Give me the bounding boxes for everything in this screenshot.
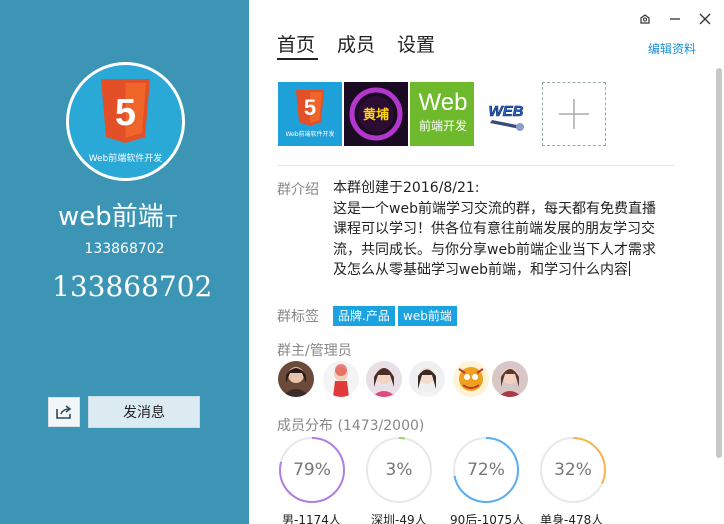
distribution-percent: 32%: [554, 460, 592, 480]
divider: [277, 165, 675, 166]
distribution-title: 成员分布: [277, 418, 333, 434]
svg-text:Web前端软件开发: Web前端软件开发: [285, 130, 334, 138]
close-icon: [699, 13, 711, 25]
group-intro[interactable]: 本群创建于2016/8/21: 这是一个web前端学习交流的群，每天都有免费直播…: [333, 178, 668, 281]
admin-avatar[interactable]: [409, 361, 445, 397]
add-photo-button[interactable]: [542, 82, 606, 146]
group-id: 133868702: [84, 241, 165, 257]
left-panel: 5 Web前端软件开发 web前端 T 133868702 133868702 发…: [0, 0, 249, 524]
distribution-percent: 3%: [385, 460, 413, 480]
group-avatar[interactable]: 5 Web前端软件开发: [66, 62, 185, 181]
group-name-text: web前端: [58, 202, 164, 232]
avatar-caption: Web前端软件开发: [88, 154, 163, 164]
distribution-ring[interactable]: 79%: [278, 436, 346, 504]
album-photo[interactable]: 5 Web前端软件开发: [278, 82, 342, 146]
send-message-button[interactable]: 发消息: [88, 396, 200, 428]
distribution-ring[interactable]: 72%: [452, 436, 520, 504]
scrollbar[interactable]: [716, 68, 722, 458]
html5-logo-icon: 5 Web前端软件开发: [285, 90, 335, 138]
text-caret: [628, 261, 630, 276]
tag-item[interactable]: web前端: [398, 306, 457, 326]
edit-profile-link[interactable]: 编辑资料: [648, 40, 696, 57]
active-tab-indicator: [277, 58, 318, 60]
intro-body: 这是一个web前端学习交流的群，每天都有免费直播课程可以学习！供各位有意往前端发…: [333, 200, 656, 279]
admin-avatar[interactable]: [492, 361, 528, 397]
admin-avatar[interactable]: [366, 361, 402, 397]
tab-settings[interactable]: 设置: [397, 30, 435, 57]
svg-text:WEB: WEB: [489, 103, 524, 120]
group-name: web前端 T: [58, 196, 177, 233]
admin-avatar[interactable]: [278, 361, 314, 397]
admin-photo: [333, 364, 349, 397]
svg-text:5: 5: [115, 92, 136, 134]
distribution-caption: 深圳-49人: [371, 513, 427, 524]
skin-button[interactable]: [635, 10, 655, 28]
intro-label: 群介绍: [277, 182, 319, 198]
admin-photo: [498, 368, 522, 397]
avatar-image: 5 Web前端软件开发: [69, 65, 182, 178]
svg-text:Web: Web: [419, 89, 468, 116]
admin-photo: [458, 367, 484, 391]
intro-first-line: 本群创建于2016/8/21:: [333, 180, 480, 196]
svg-text:黄埔: 黄埔: [363, 107, 389, 123]
album-photo[interactable]: WEB: [476, 82, 540, 146]
group-id-large: 133868702: [52, 270, 213, 303]
admin-photo: [372, 368, 396, 397]
tab-members[interactable]: 成员: [337, 30, 375, 57]
plus-icon: [559, 99, 589, 129]
share-icon: [56, 405, 72, 419]
admin-avatar[interactable]: [323, 361, 359, 397]
svg-text:前端开发: 前端开发: [419, 118, 467, 133]
admin-photo: [282, 367, 310, 397]
distribution-caption: 单身-478人: [540, 513, 604, 524]
close-button[interactable]: [695, 10, 715, 28]
web-logo-image: WEB: [488, 103, 524, 131]
distribution-percent: 72%: [467, 460, 505, 480]
admins-label: 群主/管理员: [277, 343, 352, 359]
distribution-caption: 90后-1075人: [450, 513, 525, 524]
distribution-count: (1473/2000): [337, 418, 425, 434]
neon-ring-image: 黄埔: [349, 87, 403, 141]
album-photo[interactable]: 黄埔: [344, 82, 408, 146]
right-panel: 首页 成员 设置 编辑资料 5 Web前端软件开发 黄埔 Web 前端开发 WE…: [249, 0, 724, 524]
distribution-percent: 79%: [293, 460, 331, 480]
admin-photo: [415, 368, 439, 397]
text-cursor-icon: T: [165, 212, 177, 233]
distribution-label: 成员分布 (1473/2000): [277, 415, 424, 435]
tab-home[interactable]: 首页: [277, 30, 315, 57]
admin-avatar[interactable]: [453, 361, 489, 397]
tags-label: 群标签: [277, 309, 319, 325]
skin-icon: [640, 14, 650, 24]
minimize-icon: [670, 18, 680, 20]
album-photo[interactable]: Web 前端开发: [410, 82, 474, 146]
distribution-caption: 男-1174人: [282, 513, 341, 524]
distribution-ring[interactable]: 3%: [365, 436, 433, 504]
svg-text:5: 5: [304, 95, 316, 120]
share-button[interactable]: [48, 397, 80, 427]
minimize-button[interactable]: [665, 10, 685, 28]
distribution-ring[interactable]: 32%: [539, 436, 607, 504]
tag-item[interactable]: 品牌.产品: [333, 306, 395, 326]
web-frontend-image: Web 前端开发: [419, 89, 468, 133]
